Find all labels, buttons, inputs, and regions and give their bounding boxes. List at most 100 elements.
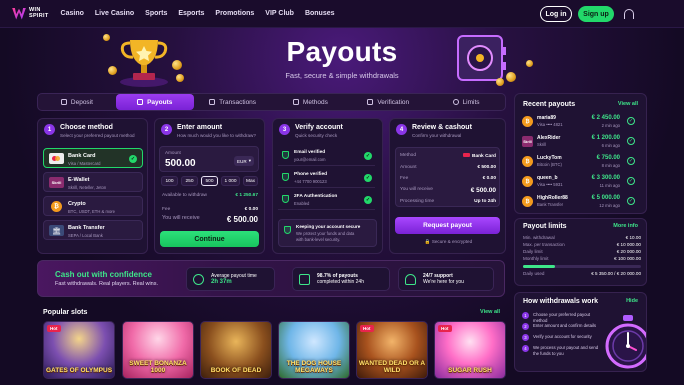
recent-payouts-title: Recent payouts: [523, 101, 576, 108]
payout-time: 11 min ago: [599, 183, 620, 188]
slot-title: BOOK OF DEAD: [210, 367, 262, 374]
hot-badge: Hot: [47, 325, 61, 332]
method-e-wallet[interactable]: Skrill E-Wallet Skrill, Neteller, Jeton: [43, 172, 143, 192]
slot-wanted-dead-or-a-wild[interactable]: Hot WANTED DEAD OR A WILD: [356, 321, 428, 379]
security-note: Keeping your account secure We protect y…: [278, 219, 377, 247]
review-amount-row: Amount € 500.00: [400, 165, 496, 170]
method-bank-card[interactable]: Bank Card Visa / Mastercard ✓: [43, 148, 143, 168]
credit-card-icon: [463, 153, 470, 157]
nav-link-esports[interactable]: Esports: [178, 10, 204, 17]
slot-the-dog-house[interactable]: THE DOG HOUSE MEGAWAYS: [278, 321, 350, 379]
wallet-icon: [137, 99, 144, 105]
confidence-banner: Cash out with confidence Fast withdrawal…: [37, 260, 505, 297]
tab-limits[interactable]: Limits: [427, 94, 505, 110]
popular-slots-title: Popular slots: [43, 309, 88, 316]
amount-field[interactable]: Amount 500.00 EUR ▾: [159, 146, 259, 172]
how-title: How withdrawals work: [523, 298, 599, 305]
nav-link-sports[interactable]: Sports: [145, 10, 167, 17]
how-hide-link[interactable]: Hide: [626, 298, 638, 304]
how-step: 3 Verify your account for security: [522, 333, 602, 344]
method-crypto[interactable]: ₿ Crypto BTC, USDT, ETH & more: [43, 196, 143, 216]
skrill-icon: Skrill: [522, 136, 533, 147]
step-number: 4: [396, 124, 407, 135]
request-payout-button[interactable]: Request payout: [395, 217, 500, 234]
amount-chip-250[interactable]: 250: [181, 176, 198, 186]
payout-row: ₿ queen_b Visa •••• 5931 € 3 300.00 11 min a…: [522, 172, 640, 192]
step-subtitle: Confirm your withdrawal: [412, 133, 462, 138]
receive-row: You will receive € 500.00: [162, 215, 258, 224]
continue-button[interactable]: Continue: [160, 231, 259, 247]
amount-chip-500[interactable]: 500: [201, 176, 218, 186]
hot-badge: Hot: [360, 325, 374, 332]
nav-links: Casino Live Casino Sports Esports Promot…: [61, 10, 335, 17]
payout-method: Bitcoin (BTC): [537, 162, 562, 167]
payout-time: 12 min ago: [599, 203, 620, 208]
check-icon: ✓: [129, 155, 137, 163]
headset-icon: [405, 274, 416, 285]
amount-value[interactable]: 500.00: [165, 158, 196, 169]
review-fee-row: Fee € 0.00: [400, 176, 496, 181]
deposit-icon: [60, 99, 67, 105]
feature-avg-time: Average payout time 2h 37m: [186, 267, 275, 291]
slot-sugar-rush[interactable]: Hot SUGAR RUSH: [434, 321, 506, 379]
check-icon: ✓: [364, 152, 372, 160]
nav-link-vip-club[interactable]: VIP Club: [265, 10, 294, 17]
amount-chip-100[interactable]: 100: [161, 176, 178, 186]
amount-label: Amount: [165, 150, 181, 155]
limits-more-info-link[interactable]: More info: [613, 223, 638, 229]
amount-chip-1000[interactable]: 1 000: [221, 176, 240, 186]
recent-payouts-panel: Recent payouts View all ₿ maria89 Visa •••…: [514, 93, 647, 214]
tab-verification[interactable]: Verification: [349, 94, 427, 110]
chevron-down-icon: ▾: [248, 158, 251, 163]
tab-payouts[interactable]: Payouts: [115, 94, 194, 110]
payout-row: Skrill AlexRider Skrill € 1 200.00 6 min ago…: [522, 132, 640, 152]
headset-icon[interactable]: [624, 9, 634, 19]
check-icon: ✓: [364, 196, 372, 204]
slots-view-all-link[interactable]: View all: [480, 309, 500, 315]
nav-link-bonuses[interactable]: Bonuses: [305, 10, 335, 17]
amount-chip-max[interactable]: Max: [243, 176, 258, 186]
how-withdrawals-panel: How withdrawals work Hide 1 Choose your p…: [514, 292, 647, 372]
payout-limits-panel: Payout limits More info Min. withdrawal €…: [514, 218, 647, 286]
tab-transactions[interactable]: Transactions: [194, 94, 272, 110]
nav-link-live-casino[interactable]: Live Casino: [95, 10, 134, 17]
step-review-cashout: 4 Review & cashout Confirm your withdraw…: [389, 118, 506, 254]
check-icon: ✓: [627, 157, 635, 165]
logo[interactable]: WIN SPIRIT: [12, 7, 49, 20]
currency-select[interactable]: EUR ▾: [234, 156, 254, 166]
step-verify-account: 3 Verify account Quick security check Em…: [272, 118, 383, 254]
login-button[interactable]: Log in: [540, 6, 572, 22]
signup-button[interactable]: Sign up: [578, 6, 614, 22]
payout-row: ₿ LuckyTom Bitcoin (BTC) € 750.00 8 min ago ✓: [522, 152, 640, 172]
daily-used-bar: [523, 265, 641, 268]
payout-method: Visa •••• 4821: [537, 122, 563, 127]
step-subtitle: How much would you like to withdraw?: [177, 133, 256, 138]
recent-view-all-link[interactable]: View all: [618, 101, 638, 107]
nav-link-promotions[interactable]: Promotions: [215, 10, 254, 17]
review-method-row: Method Bank Card: [400, 153, 496, 159]
payments-tabs: Deposit Payouts Transactions Methods Ver…: [37, 93, 506, 111]
payout-amount: € 3 300.00: [591, 175, 620, 181]
slot-book-of-dead[interactable]: BOOK OF DEAD: [200, 321, 272, 379]
method-bank-transfer[interactable]: 🏛 Bank Transfer SEPA / Local Bank: [43, 220, 143, 240]
payout-time: 8 min ago: [601, 163, 620, 168]
available-row: Available to withdraw € 1 250.67: [162, 193, 258, 198]
skrill-icon: Skrill: [49, 177, 64, 188]
fee-row: Fee € 0.00: [162, 207, 258, 212]
slot-sweet-bonanza[interactable]: SWEET BONANZA 1000: [122, 321, 194, 379]
lightning-icon: [299, 274, 310, 285]
check-icon: ✓: [627, 137, 635, 145]
nav-link-casino[interactable]: Casino: [61, 10, 84, 17]
card-icon: [292, 99, 299, 105]
slot-gates-of-olympus[interactable]: Hot GATES OF OLYMPUS: [43, 321, 115, 379]
bitcoin-icon: ₿: [51, 201, 62, 212]
limits-title: Payout limits: [523, 223, 567, 230]
payout-user: LuckyTom: [537, 155, 562, 161]
payout-row: ₿ HighRoller88 Bank Transfer € 5 000.00 12 m…: [522, 192, 640, 212]
tab-methods[interactable]: Methods: [271, 94, 349, 110]
payout-user: AlexRider: [537, 135, 561, 141]
tab-deposit[interactable]: Deposit: [38, 94, 116, 110]
payout-method: Skrill: [537, 142, 547, 147]
payout-method: Visa •••• 5931: [537, 182, 563, 187]
payout-time: 2 min ago: [601, 123, 620, 128]
